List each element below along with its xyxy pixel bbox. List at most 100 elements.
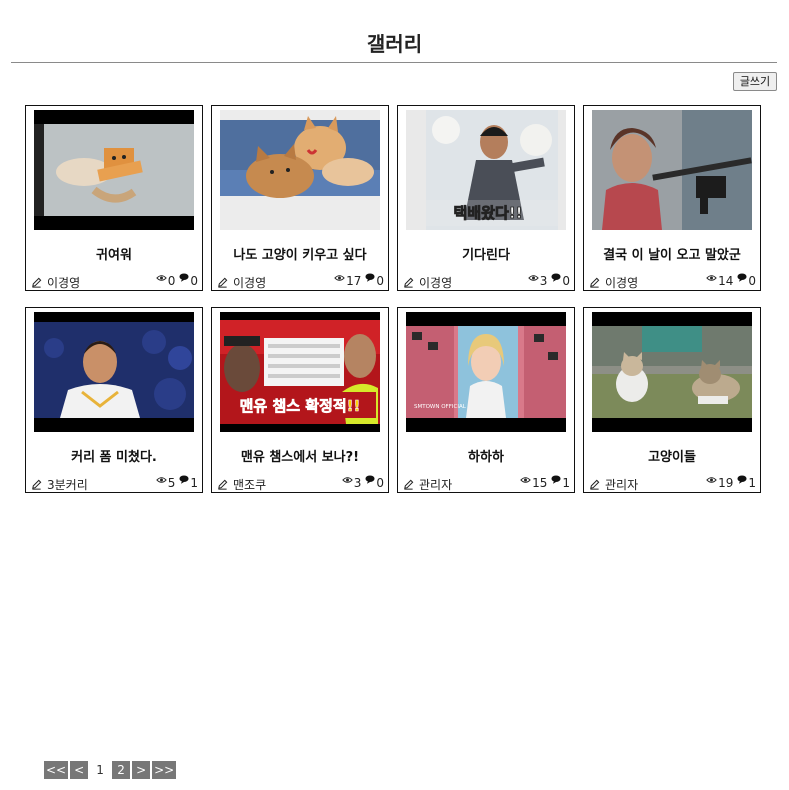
card-title[interactable]: 귀여워: [26, 244, 202, 263]
pencil-icon: [32, 277, 42, 288]
gallery-card[interactable]: 택배왔다!! 기다린다 이경영 3 0: [397, 105, 575, 291]
author: 이경영: [217, 274, 266, 291]
pagination: << < 1 2 > >>: [44, 761, 177, 779]
gallery-card[interactable]: 결국 이 날이 오고 말았군 이경영 14 0: [583, 105, 761, 291]
author-name: 관리자: [419, 478, 453, 492]
author-name: 관리자: [605, 478, 639, 492]
author-name: 3분커리: [47, 478, 88, 492]
card-title[interactable]: 커리 폼 미쳤다.: [26, 446, 202, 465]
author: 이경영: [403, 274, 452, 291]
eye-icon: [155, 275, 167, 281]
music-video-still-icon[interactable]: SMTOWN OFFICIAL: [406, 312, 566, 432]
grandma-with-gun-icon[interactable]: [592, 110, 752, 230]
kittens-icon[interactable]: [220, 110, 380, 230]
gallery-card[interactable]: 나도 고양이 키우고 싶다 이경영 17 0: [211, 105, 389, 291]
comment-count: 0: [376, 476, 384, 490]
comment-icon: [737, 475, 747, 484]
comment-count: 0: [748, 274, 756, 288]
eye-icon: [706, 477, 717, 483]
post-stats: 15 1: [520, 475, 570, 490]
view-count: 0: [167, 274, 176, 288]
page-number-link[interactable]: 2: [112, 761, 131, 779]
author: 3분커리: [31, 476, 88, 493]
eye-icon: [341, 477, 353, 483]
card-title[interactable]: 결국 이 날이 오고 말았군: [584, 244, 760, 263]
card-meta: 관리자 15 1: [403, 475, 570, 493]
gallery-card[interactable]: SMTOWN OFFICIAL 하하하 관리자 15 1: [397, 307, 575, 493]
card-meta: 이경영 3 0: [403, 273, 570, 291]
first-page-button[interactable]: <<: [44, 761, 69, 779]
last-page-button[interactable]: >>: [152, 761, 177, 779]
author-name: 이경영: [233, 276, 267, 290]
post-stats: 5 1: [155, 475, 198, 490]
eye-icon: [155, 477, 167, 483]
post-stats: 3 0: [527, 273, 570, 288]
card-meta: 맨조쿠 3 0: [217, 475, 384, 493]
view-count: 3: [353, 476, 362, 490]
page-number-current: 1: [96, 763, 104, 777]
basketball-player-icon[interactable]: [34, 312, 194, 432]
football-thumbnail-icon[interactable]: 맨유 챔스 확정적!!: [220, 312, 380, 432]
card-meta: 이경영 14 0: [589, 273, 756, 291]
comment-icon: [551, 475, 561, 484]
author: 맨조쿠: [217, 476, 266, 493]
comment-icon: [365, 273, 375, 282]
view-count: 15: [532, 476, 548, 490]
comment-count: 1: [748, 476, 756, 490]
thumb-caption: 맨유 챔스 확정적!!: [240, 397, 361, 415]
card-meta: 이경영 0 0: [31, 273, 198, 291]
card-title[interactable]: 하하하: [398, 446, 574, 465]
two-cats-icon[interactable]: [592, 312, 752, 432]
comment-icon: [551, 273, 561, 282]
view-count: 5: [167, 476, 176, 490]
delivery-man-icon[interactable]: 택배왔다!!: [406, 110, 566, 230]
pencil-icon: [218, 479, 228, 490]
gallery-page: 갤러리 글쓰기 귀여워 이경영 0 0 나도 고양이 키우고 싶다 이경영 17…: [0, 0, 789, 790]
pencil-icon: [404, 277, 414, 288]
comment-count: 0: [562, 274, 570, 288]
comment-icon: [365, 475, 375, 484]
eye-icon: [520, 477, 531, 483]
author: 관리자: [589, 476, 638, 493]
eye-icon: [706, 275, 717, 281]
author: 이경영: [31, 274, 80, 291]
gallery-grid: 귀여워 이경영 0 0 나도 고양이 키우고 싶다 이경영 17 0 택배왔다!…: [25, 105, 765, 493]
card-title[interactable]: 기다린다: [398, 244, 574, 263]
pencil-icon: [404, 479, 414, 490]
post-stats: 14 0: [706, 273, 756, 288]
card-meta: 관리자 19 1: [589, 475, 756, 493]
dog-with-box-mask-icon[interactable]: [34, 110, 194, 230]
eye-icon: [334, 275, 345, 281]
card-title[interactable]: 나도 고양이 키우고 싶다: [212, 244, 388, 263]
author: 관리자: [403, 476, 452, 493]
prev-page-button[interactable]: <: [70, 761, 89, 779]
author-name: 이경영: [47, 276, 81, 290]
comment-count: 1: [562, 476, 570, 490]
gallery-card[interactable]: 맨유 챔스 확정적!! 맨유 챔스에서 보나?! 맨조쿠 3 0: [211, 307, 389, 493]
view-count: 17: [346, 274, 362, 288]
comment-icon: [179, 273, 189, 282]
thumb-caption: 택배왔다!!: [454, 204, 523, 222]
pencil-icon: [218, 277, 228, 288]
title-divider: [11, 62, 777, 63]
thumb-caption: SMTOWN OFFICIAL: [414, 404, 467, 410]
view-count: 3: [539, 274, 548, 288]
write-button[interactable]: 글쓰기: [733, 72, 777, 91]
post-stats: 17 0: [334, 273, 384, 288]
gallery-card[interactable]: 귀여워 이경영 0 0: [25, 105, 203, 291]
author-name: 맨조쿠: [233, 478, 267, 492]
next-page-button[interactable]: >: [132, 761, 151, 779]
author: 이경영: [589, 274, 638, 291]
view-count: 19: [718, 476, 734, 490]
card-title[interactable]: 맨유 챔스에서 보나?!: [212, 446, 388, 465]
gallery-card[interactable]: 커리 폼 미쳤다. 3분커리 5 1: [25, 307, 203, 493]
page-title: 갤러리: [366, 32, 423, 56]
view-count: 14: [718, 274, 734, 288]
card-title[interactable]: 고양이들: [584, 446, 760, 465]
pencil-icon: [32, 479, 42, 490]
comment-icon: [737, 273, 747, 282]
pencil-icon: [590, 479, 600, 490]
gallery-card[interactable]: 고양이들 관리자 19 1: [583, 307, 761, 493]
comment-icon: [179, 475, 189, 484]
eye-icon: [527, 275, 539, 281]
